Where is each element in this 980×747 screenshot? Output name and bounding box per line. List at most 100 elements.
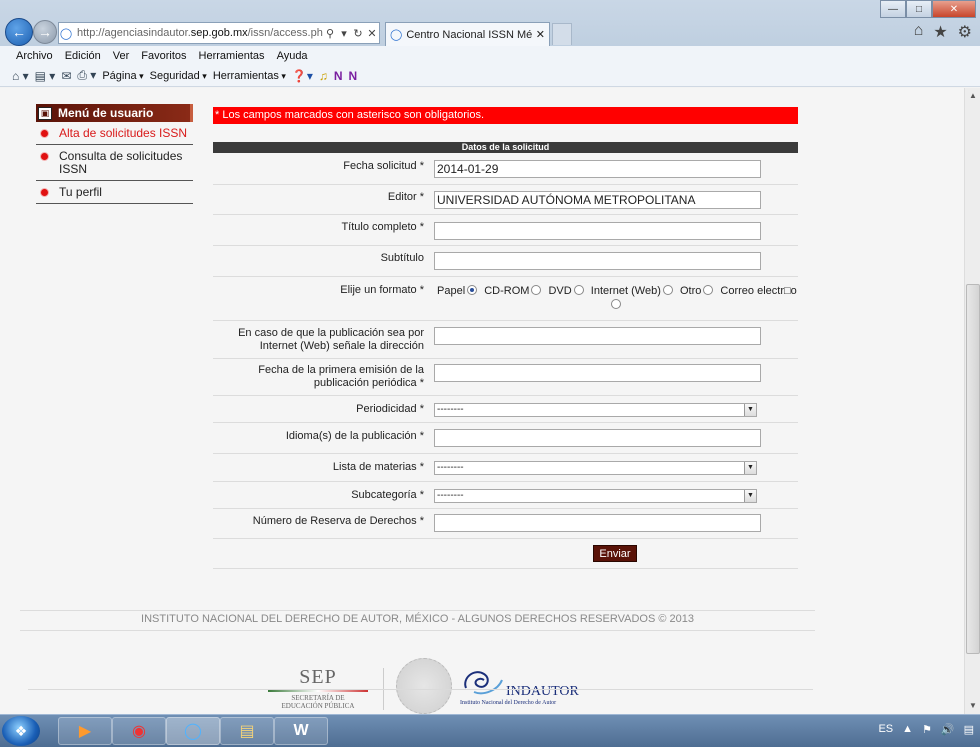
sidebar-item-label[interactable]: Consulta de solicitudes ISSN xyxy=(59,150,193,176)
send-button[interactable]: Enviar xyxy=(593,545,637,562)
tab-close-icon[interactable]: ✕ xyxy=(532,28,549,41)
radio-correo[interactable] xyxy=(611,299,621,309)
network-icon[interactable]: ▤ xyxy=(964,723,974,736)
sep-logo[interactable]: SEP SECRETARÍA DE EDUCACIÓN PÚBLICA xyxy=(268,666,368,710)
home-icon[interactable]: ⌂ xyxy=(914,22,924,42)
menu-edicion[interactable]: Edición xyxy=(59,50,107,62)
forward-button[interactable]: → xyxy=(33,20,57,44)
taskbar-word[interactable]: W xyxy=(274,717,328,745)
chevron-down-icon[interactable]: ▾ xyxy=(337,27,351,40)
back-button[interactable]: ← xyxy=(5,18,33,46)
browser-tab[interactable]: ◯ Centro Nacional ISSN México ✕ xyxy=(385,22,550,46)
print-icon[interactable]: ⎙ ▾ xyxy=(77,68,96,83)
row-primera-emision: Fecha de la primera emisión de la publica… xyxy=(213,359,798,396)
flag-icon[interactable]: ⚑ xyxy=(922,723,932,736)
gear-icon[interactable]: ⚙ xyxy=(958,22,972,42)
home-icon[interactable]: ⌂ ▾ xyxy=(12,69,29,83)
editor-input[interactable]: UNIVERSIDAD AUTÓNOMA METROPOLITANA xyxy=(434,191,761,209)
language-indicator[interactable]: ES xyxy=(878,723,893,736)
row-idioma: Idioma(s) de la publicación * xyxy=(213,423,798,454)
label-titulo: Título completo * xyxy=(341,221,424,233)
refresh-icon[interactable]: ↻ xyxy=(351,27,365,40)
label-periodicidad: Periodicidad * xyxy=(356,403,424,415)
onenote-icon[interactable]: N xyxy=(334,69,343,83)
tray-arrow-icon[interactable]: ▲ xyxy=(902,723,913,736)
primera-emision-input[interactable] xyxy=(434,364,761,382)
subtitulo-input[interactable] xyxy=(434,252,761,270)
onenote-send-icon[interactable]: N xyxy=(349,69,358,83)
minimize-button[interactable]: — xyxy=(880,0,906,18)
maximize-button[interactable]: □ xyxy=(906,0,932,18)
favorites-star-icon[interactable]: ★ xyxy=(933,22,947,42)
footer-divider xyxy=(20,630,815,631)
stop-icon[interactable]: ✕ xyxy=(365,27,379,40)
scroll-up-icon[interactable]: ▲ xyxy=(965,88,980,104)
option-cdrom-label: CD-ROM xyxy=(484,285,530,297)
address-url[interactable]: http://agenciasindautor.sep.gob.mx/issn/… xyxy=(73,27,323,39)
taskbar-chrome[interactable]: ◉ xyxy=(112,717,166,745)
taskbar-explorer[interactable]: ▤ xyxy=(220,717,274,745)
row-subtitulo: Subtítulo xyxy=(213,246,798,277)
direccion-input[interactable] xyxy=(434,327,761,345)
label-fecha: Fecha solicitud * xyxy=(343,160,424,172)
taskbar-media-player[interactable]: ▶ xyxy=(58,717,112,745)
close-window-button[interactable]: ✕ xyxy=(932,0,976,18)
vertical-scrollbar[interactable]: ▲ ▼ xyxy=(964,88,980,714)
volume-icon[interactable]: 🔊 xyxy=(941,723,955,736)
fecha-input[interactable]: 2014-01-29 xyxy=(434,160,761,178)
periodicidad-select[interactable]: -------- ▼ xyxy=(434,403,757,417)
new-tab-button[interactable] xyxy=(552,23,572,45)
sidebar-item-perfil[interactable]: Tu perfil xyxy=(36,181,193,204)
menu-pagina[interactable]: Página xyxy=(102,70,143,82)
user-menu: ▣ Menú de usuario Alta de solicitudes IS… xyxy=(36,104,193,204)
row-materias: Lista de materias * -------- ▼ xyxy=(213,454,798,482)
command-bar: ⌂ ▾ ▤ ▾ ✉ ⎙ ▾ Página Seguridad Herramien… xyxy=(0,65,980,87)
radio-dvd[interactable] xyxy=(573,285,584,295)
sidebar-item-label[interactable]: Tu perfil xyxy=(59,186,102,199)
mail-icon[interactable]: ✉ xyxy=(61,69,71,83)
system-tray: ES ▲ ⚑ 🔊 ▤ xyxy=(878,723,974,736)
sep-logo-line2: EDUCACIÓN PÚBLICA xyxy=(281,702,355,710)
label-idioma: Idioma(s) de la publicación * xyxy=(285,430,424,442)
window-controls: — □ ✕ xyxy=(880,0,976,18)
indautor-subtitle: Instituto Nacional del Derecho de Autor xyxy=(460,700,557,706)
menu-herramientas-cmd[interactable]: Herramientas xyxy=(213,70,286,82)
reserva-input[interactable] xyxy=(434,514,761,532)
search-icon[interactable]: ⚲ xyxy=(323,27,337,40)
radio-internet[interactable] xyxy=(662,285,673,295)
sep-logo-text: SEP xyxy=(299,666,337,688)
materias-select[interactable]: -------- ▼ xyxy=(434,461,757,475)
subcategoria-select[interactable]: -------- ▼ xyxy=(434,489,757,503)
sidebar-item-label[interactable]: Alta de solicitudes ISSN xyxy=(59,127,187,140)
radio-otro[interactable] xyxy=(703,285,714,295)
menu-herramientas[interactable]: Herramientas xyxy=(193,50,271,62)
titulo-input[interactable] xyxy=(434,222,761,240)
menu-favoritos[interactable]: Favoritos xyxy=(135,50,192,62)
help-icon[interactable]: ❓▾ xyxy=(292,69,313,83)
radio-papel[interactable] xyxy=(467,285,478,295)
radio-cdrom[interactable] xyxy=(531,285,542,295)
menu-archivo[interactable]: Archivo xyxy=(10,50,59,62)
taskbar-internet-explorer[interactable]: ◯ xyxy=(166,717,220,745)
scroll-down-icon[interactable]: ▼ xyxy=(965,698,980,714)
tab-title: Centro Nacional ISSN México xyxy=(406,28,532,41)
indautor-logo[interactable]: INDAUTOR Instituto Nacional del Derecho … xyxy=(460,664,580,710)
option-correo-label: Correo electr□o xyxy=(720,285,797,297)
start-button[interactable]: ❖ xyxy=(2,716,40,746)
menu-ayuda[interactable]: Ayuda xyxy=(271,50,314,62)
rss-feed-icon[interactable]: ▤ ▾ xyxy=(35,69,56,83)
browser-tools: ⌂ ★ ⚙ xyxy=(914,22,972,42)
menu-ver[interactable]: Ver xyxy=(107,50,136,62)
menu-seguridad[interactable]: Seguridad xyxy=(150,70,207,82)
ie-icon: ◯ xyxy=(184,723,202,740)
sidebar-item-alta[interactable]: Alta de solicitudes ISSN xyxy=(36,122,193,145)
address-bar[interactable]: ◯ http://agenciasindautor.sep.gob.mx/iss… xyxy=(58,22,380,44)
chevron-down-icon: ▼ xyxy=(744,404,756,416)
scroll-thumb[interactable] xyxy=(966,284,980,654)
research-icon[interactable]: ♫ xyxy=(319,69,328,83)
idioma-input[interactable] xyxy=(434,429,761,447)
user-menu-title: Menú de usuario xyxy=(58,106,154,120)
footer-copyright: INSTITUTO NACIONAL DEL DERECHO DE AUTOR,… xyxy=(141,613,694,625)
sep-logo-line1: SECRETARÍA DE xyxy=(291,694,345,702)
sidebar-item-consulta[interactable]: Consulta de solicitudes ISSN xyxy=(36,145,193,181)
